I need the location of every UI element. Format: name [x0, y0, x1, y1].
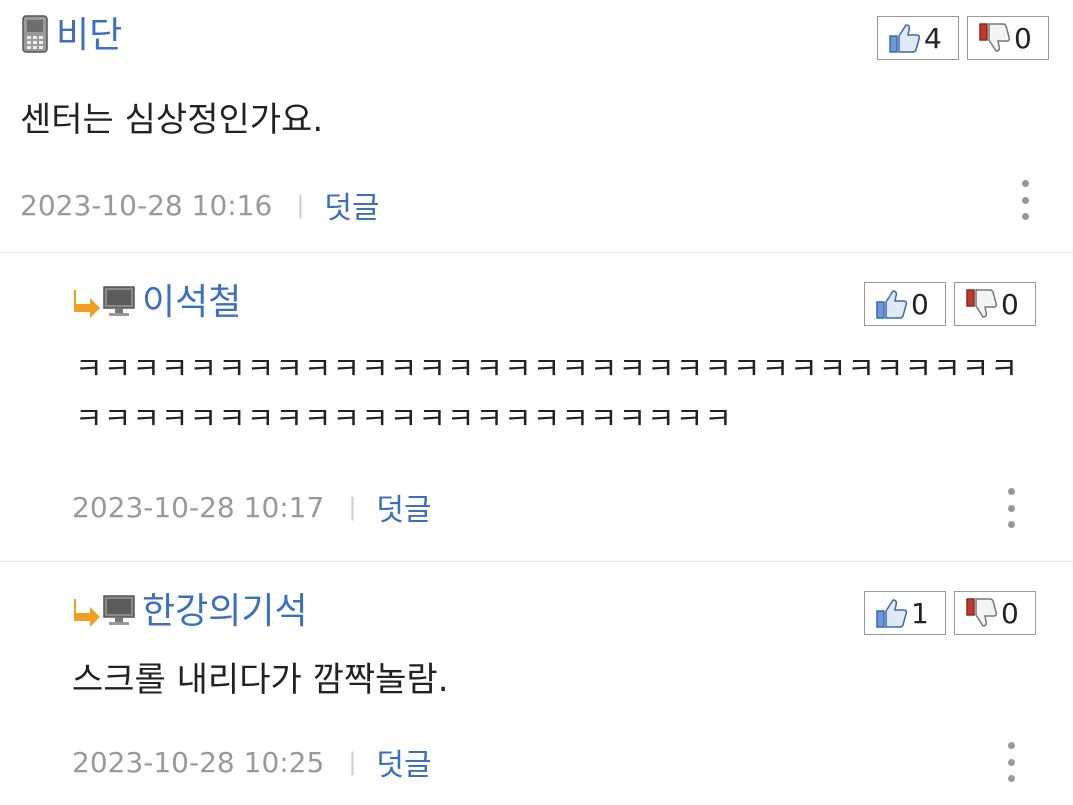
comment-item: 한강의기석 1 0 스크롤 내리다가 깜짝놀람. 2023-10-28 10:2…: [0, 562, 1073, 805]
thumb-down-icon: [966, 598, 998, 627]
mobile-phone-icon: [20, 15, 50, 57]
comment-author[interactable]: 비단: [56, 14, 122, 58]
like-count: 0: [911, 287, 929, 321]
more-options-icon[interactable]: [1001, 742, 1021, 782]
comment-author-row: 이석철: [72, 281, 241, 325]
desktop-monitor-icon: [102, 284, 136, 322]
thumb-up-icon: [889, 24, 921, 53]
desktop-monitor-icon: [102, 593, 136, 631]
comment-author[interactable]: 한강의기석: [142, 590, 308, 634]
more-options-icon[interactable]: [1001, 488, 1021, 528]
like-count: 1: [911, 596, 929, 630]
like-button[interactable]: 0: [864, 282, 946, 326]
dislike-count: 0: [1001, 596, 1019, 630]
comment-item: 비단 4 0 센터는 심상정인가요. 2023-10-28 10:16 | 덧글: [0, 0, 1073, 253]
dislike-button[interactable]: 0: [954, 282, 1036, 326]
meta-separator: |: [348, 493, 357, 521]
comment-item: 이석철 0 0 ㅋㅋㅋㅋㅋㅋㅋㅋㅋㅋㅋㅋㅋㅋㅋㅋㅋㅋㅋㅋㅋㅋㅋㅋㅋㅋㅋㅋㅋㅋㅋㅋ…: [0, 253, 1073, 562]
more-options-icon[interactable]: [1015, 180, 1035, 220]
dislike-count: 0: [1014, 21, 1032, 55]
comment-author-row: 한강의기석: [72, 590, 308, 634]
meta-separator: |: [296, 191, 305, 219]
thumb-down-icon: [979, 23, 1011, 52]
reply-arrow-icon: [72, 288, 102, 318]
dislike-button[interactable]: 0: [967, 16, 1049, 60]
vote-buttons: 1 0: [864, 591, 1036, 635]
dislike-button[interactable]: 0: [954, 591, 1036, 635]
like-button[interactable]: 1: [864, 591, 946, 635]
meta-separator: |: [348, 748, 357, 776]
comment-meta: 2023-10-28 10:25 | 덧글: [72, 740, 432, 784]
comment-meta: 2023-10-28 10:17 | 덧글: [72, 485, 432, 529]
vote-buttons: 0 0: [864, 282, 1036, 326]
reply-link[interactable]: 덧글: [324, 183, 379, 227]
comment-text: 스크롤 내리다가 깜짝놀람.: [72, 660, 449, 700]
comment-author[interactable]: 이석철: [142, 281, 241, 325]
like-button[interactable]: 4: [877, 16, 959, 60]
thumb-up-icon: [876, 290, 908, 319]
reply-link[interactable]: 덧글: [376, 485, 431, 529]
reply-arrow-icon: [72, 597, 102, 627]
vote-buttons: 4 0: [877, 16, 1049, 60]
thumb-up-icon: [876, 599, 908, 628]
comment-text: 센터는 심상정인가요.: [20, 100, 324, 140]
dislike-count: 0: [1001, 287, 1019, 321]
comment-text: ㅋㅋㅋㅋㅋㅋㅋㅋㅋㅋㅋㅋㅋㅋㅋㅋㅋㅋㅋㅋㅋㅋㅋㅋㅋㅋㅋㅋㅋㅋㅋㅋㅋㅋㅋㅋㅋㅋㅋㅋ…: [75, 352, 1019, 437]
comment-datetime: 2023-10-28 10:25: [72, 745, 325, 779]
comment-datetime: 2023-10-28 10:16: [20, 188, 273, 222]
comment-author-row: 비단: [20, 14, 122, 58]
reply-link[interactable]: 덧글: [376, 740, 431, 784]
comment-datetime: 2023-10-28 10:17: [72, 490, 325, 524]
like-count: 4: [924, 21, 942, 55]
thumb-down-icon: [966, 289, 998, 318]
comment-meta: 2023-10-28 10:16 | 덧글: [20, 183, 380, 227]
